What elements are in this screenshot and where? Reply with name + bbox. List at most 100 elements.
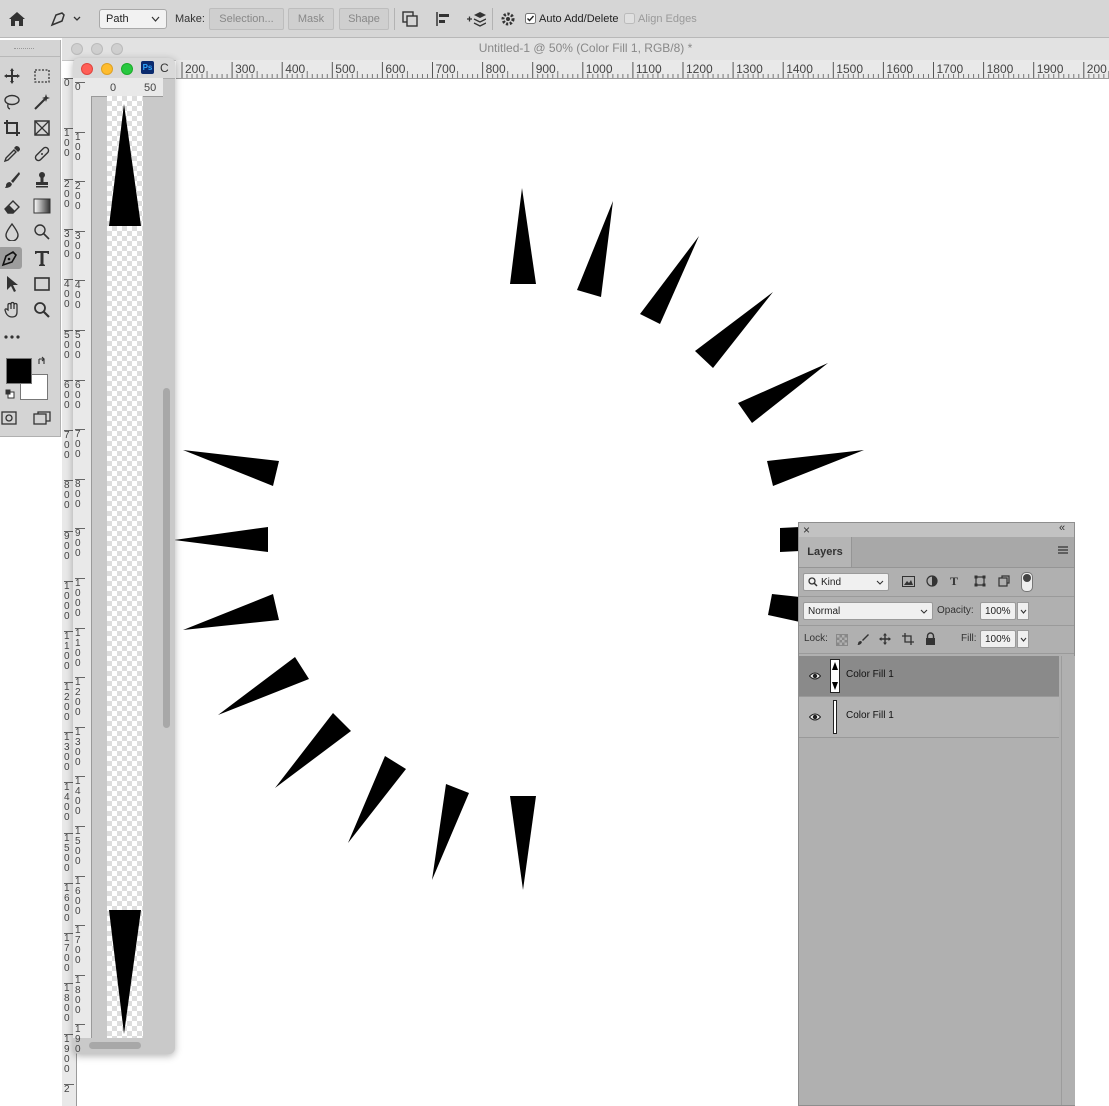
ruler-tick-label: 9 0 0 bbox=[75, 528, 85, 559]
lasso-tool-icon[interactable] bbox=[0, 91, 24, 113]
grip bbox=[14, 48, 34, 49]
opacity-dropdown[interactable] bbox=[1017, 602, 1029, 620]
ruler-tick-label: 1 3 0 0 bbox=[75, 726, 85, 768]
fill-input[interactable]: 100% bbox=[980, 630, 1016, 648]
type-filter-icon[interactable]: T bbox=[950, 574, 958, 589]
rectangle-tool-icon[interactable] bbox=[30, 273, 54, 295]
collapse-icon[interactable]: « bbox=[1059, 522, 1065, 534]
ruler-tick-label: 1 6 0 0 bbox=[75, 875, 85, 917]
brush-tool-icon[interactable] bbox=[0, 169, 24, 191]
marquee-tool-icon[interactable] bbox=[30, 65, 54, 87]
minimize-button[interactable] bbox=[101, 63, 113, 75]
filter-kind-value: Kind bbox=[821, 576, 842, 588]
ruler-tick-label: 0 bbox=[75, 82, 85, 93]
ruler-tick-label: 1 0 0 0 bbox=[75, 578, 85, 619]
spike-shape bbox=[738, 363, 828, 423]
move-tool-icon[interactable] bbox=[0, 65, 24, 87]
fill-label: Fill: bbox=[961, 633, 977, 644]
lock-artboard-icon[interactable] bbox=[902, 633, 914, 648]
vertical-scrollbar[interactable] bbox=[163, 388, 170, 728]
ruler-tick-label: 5 0 0 bbox=[75, 330, 85, 361]
screen-mode-icon[interactable] bbox=[30, 407, 54, 429]
pen-tool-icon[interactable] bbox=[0, 247, 22, 269]
smart-object-filter-icon[interactable] bbox=[998, 575, 1010, 590]
clone-stamp-tool-icon[interactable] bbox=[30, 169, 54, 191]
quick-mask-icon[interactable] bbox=[0, 407, 21, 429]
spike-shape bbox=[695, 292, 773, 368]
eraser-tool-icon[interactable] bbox=[0, 195, 24, 217]
panel-menu-icon[interactable] bbox=[1057, 545, 1069, 558]
default-colors-icon[interactable] bbox=[5, 389, 15, 402]
layer-name: Color Fill 1 bbox=[846, 710, 894, 721]
adjustment-filter-icon[interactable] bbox=[926, 575, 938, 590]
opacity-input[interactable]: 100% bbox=[980, 602, 1016, 620]
fill-dropdown[interactable] bbox=[1017, 630, 1029, 648]
visibility-eye-icon[interactable] bbox=[809, 670, 821, 682]
zoom-button[interactable] bbox=[121, 63, 133, 75]
search-icon bbox=[808, 577, 818, 587]
panel-header: × « bbox=[799, 522, 1074, 538]
eyedropper-tool-icon[interactable] bbox=[0, 143, 24, 165]
lock-all-icon[interactable] bbox=[925, 632, 936, 648]
spike-shape bbox=[183, 450, 279, 486]
layer-name: Color Fill 1 bbox=[846, 669, 894, 680]
chevron-down-icon bbox=[1020, 609, 1026, 614]
blur-tool-icon[interactable] bbox=[0, 221, 24, 243]
ruler-tick-label: 2 0 0 bbox=[75, 181, 85, 212]
healing-brush-tool-icon[interactable] bbox=[30, 143, 54, 165]
gradient-tool-icon[interactable] bbox=[30, 195, 54, 217]
spike-shape bbox=[640, 236, 699, 324]
filter-toggle[interactable] bbox=[1021, 572, 1033, 592]
crop-tool-icon[interactable] bbox=[0, 117, 24, 139]
spike-shape bbox=[432, 784, 469, 880]
visibility-eye-icon[interactable] bbox=[809, 711, 821, 723]
layer-row[interactable]: Color Fill 1 bbox=[799, 656, 1059, 697]
type-tool-icon[interactable] bbox=[30, 247, 54, 269]
floating-ruler-left: 0 1 0 0 2 0 0 3 0 0 4 0 0 5 0 0 6 0 0 7 0 0 8 0 … bbox=[73, 82, 92, 1054]
panel-tab-row: Layers bbox=[799, 537, 1074, 568]
dodge-tool-icon[interactable] bbox=[30, 221, 54, 243]
layer-thumbnail bbox=[830, 659, 840, 693]
floating-document-window[interactable]: Ps C 0 50 0 1 0 0 2 0 0 3 0 0 4 0 0 5 0 0 6 0 … bbox=[73, 58, 175, 1054]
ruler-tick-label: 1 7 0 0 bbox=[75, 925, 85, 966]
layers-scroll-track[interactable] bbox=[1061, 656, 1075, 1105]
frame-tool-icon[interactable] bbox=[30, 117, 54, 139]
magic-wand-tool-icon[interactable] bbox=[30, 91, 54, 113]
pixel-filter-icon[interactable] bbox=[902, 576, 915, 590]
path-selection-tool-icon[interactable] bbox=[0, 273, 24, 295]
toolbox-header bbox=[0, 40, 60, 57]
spike-shape bbox=[109, 910, 141, 1034]
lock-image-pixels-icon[interactable] bbox=[857, 633, 869, 648]
layers-panel: × « Layers Kind T Normal Opacity: 100% L… bbox=[798, 522, 1075, 1106]
ruler-tick-label: 6 0 0 bbox=[75, 379, 85, 411]
horizontal-scrollbar[interactable] bbox=[89, 1042, 141, 1049]
photoshop-app-icon: Ps bbox=[141, 61, 154, 74]
lock-transparent-pixels-icon[interactable] bbox=[836, 634, 848, 646]
ruler-tick-label: 0 bbox=[110, 82, 117, 94]
zoom-tool-icon[interactable] bbox=[30, 299, 54, 321]
opacity-label: Opacity: bbox=[937, 605, 974, 616]
transparent-canvas[interactable] bbox=[107, 96, 143, 1038]
swap-colors-icon[interactable] bbox=[37, 356, 47, 369]
chevron-down-icon bbox=[876, 580, 884, 585]
close-icon[interactable]: × bbox=[803, 523, 810, 537]
tab-layers[interactable]: Layers bbox=[799, 537, 852, 567]
spike-shape bbox=[109, 104, 141, 226]
spike-shape bbox=[174, 527, 268, 552]
spike-shape bbox=[780, 527, 800, 552]
spike-shape bbox=[183, 594, 279, 630]
spike-shape bbox=[768, 594, 800, 622]
spike-shape bbox=[510, 188, 536, 284]
layer-row[interactable]: Color Fill 1 bbox=[799, 697, 1059, 738]
lock-position-icon[interactable] bbox=[879, 633, 891, 648]
blend-mode-select[interactable]: Normal bbox=[803, 602, 933, 620]
ruler-tick-label: 1 8 0 0 bbox=[75, 974, 85, 1016]
filter-kind-select[interactable]: Kind bbox=[803, 573, 889, 591]
hand-tool-icon[interactable] bbox=[0, 299, 24, 321]
spike-shape bbox=[275, 713, 351, 788]
close-button[interactable] bbox=[81, 63, 93, 75]
foreground-color-swatch[interactable] bbox=[6, 358, 32, 384]
shape-filter-icon[interactable] bbox=[974, 575, 986, 590]
edit-toolbar-icon[interactable] bbox=[0, 326, 24, 348]
ruler-tick-label: 8 0 0 bbox=[75, 478, 85, 510]
